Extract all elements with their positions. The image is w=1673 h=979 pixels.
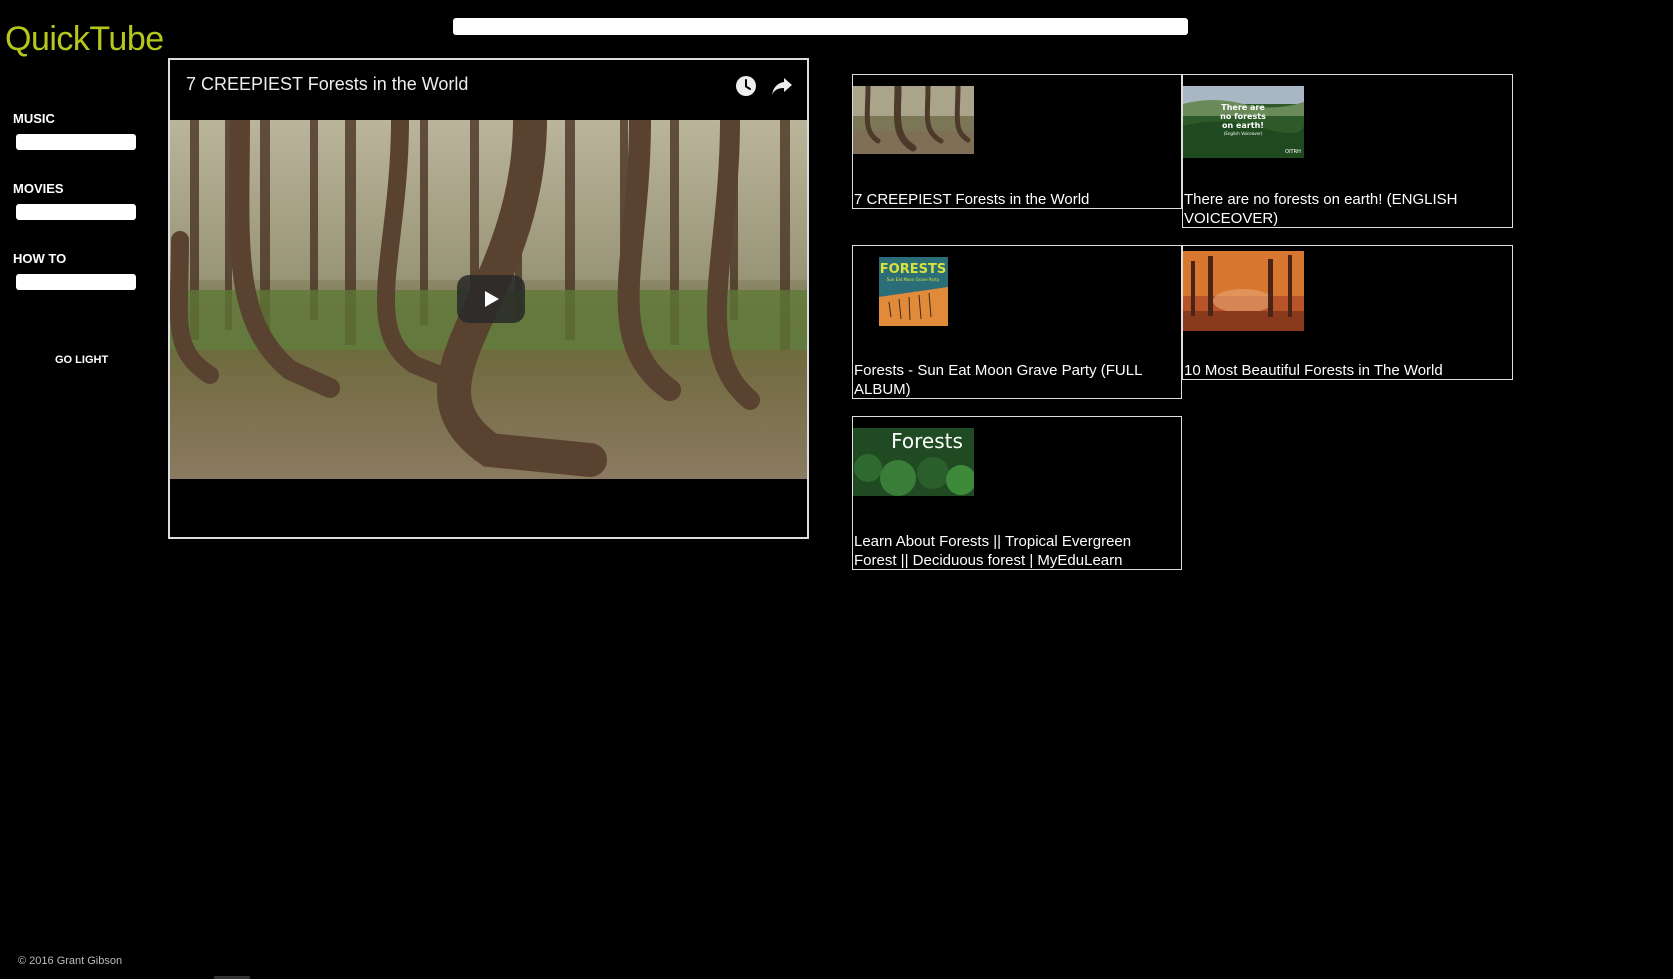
video-thumbnail[interactable]: FORESTS Sun Eat Moon Grave Party — [879, 257, 948, 326]
copyright-footer: © 2016 Grant Gibson — [18, 955, 123, 967]
watch-later-icon[interactable] — [734, 74, 758, 98]
video-player[interactable]: 7 CREEPIEST Forests in the World — [168, 58, 809, 539]
thumbnail-caption: OITRH — [1285, 149, 1301, 155]
video-thumbnail[interactable] — [853, 82, 974, 154]
video-result-title[interactable]: 7 CREEPIEST Forests in the World — [854, 190, 1174, 209]
thumbnail-caption: FORESTS — [880, 262, 946, 277]
video-result-title[interactable]: 10 Most Beautiful Forests in The World — [1184, 361, 1504, 380]
search-input[interactable] — [453, 18, 1188, 35]
video-result-title[interactable]: There are no forests on earth! (ENGLISH … — [1184, 190, 1504, 228]
video-result-card[interactable]: There are no forests on earth! (English … — [1182, 74, 1513, 228]
app-page: QuickTube MUSIC MOVIES HOW TO GO LIGHT ©… — [0, 0, 1673, 979]
app-logo[interactable]: QuickTube — [5, 20, 164, 59]
share-icon[interactable] — [770, 74, 794, 98]
thumbnail-caption: on earth! — [1222, 121, 1264, 130]
movies-search-input[interactable] — [16, 204, 136, 220]
video-result-title[interactable]: Forests - Sun Eat Moon Grave Party (FULL… — [854, 361, 1174, 399]
category-label-music: MUSIC — [13, 111, 55, 126]
thumbnail-caption: Sun Eat Moon Grave Party — [887, 277, 940, 282]
theme-toggle-button[interactable]: GO LIGHT — [55, 354, 108, 366]
video-result-card[interactable]: 10 Most Beautiful Forests in The World — [1182, 245, 1513, 380]
thumbnail-caption: There are — [1221, 103, 1265, 112]
video-thumbnail[interactable] — [1183, 251, 1304, 331]
how-to-search-input[interactable] — [16, 274, 136, 290]
category-label-movies: MOVIES — [13, 181, 64, 196]
play-button[interactable] — [457, 275, 525, 323]
category-label-how-to: HOW TO — [13, 251, 67, 266]
video-thumbnail[interactable] — [170, 120, 807, 479]
video-result-title[interactable]: Learn About Forests || Tropical Evergree… — [854, 532, 1174, 570]
video-title[interactable]: 7 CREEPIEST Forests in the World — [186, 74, 468, 95]
video-result-card[interactable]: 7 CREEPIEST Forests in the World — [852, 74, 1182, 209]
video-thumbnail[interactable]: Forests — [853, 428, 976, 496]
thumbnail-caption: no forests — [1220, 112, 1266, 121]
video-result-card[interactable]: Forests Learn About Forests || Tropical … — [852, 416, 1182, 570]
thumbnail-caption: (English Voiceover) — [1224, 131, 1263, 136]
thumbnail-caption: Forests — [891, 429, 963, 453]
music-search-input[interactable] — [16, 134, 136, 150]
video-result-card[interactable]: FORESTS Sun Eat Moon Grave Party Forests… — [852, 245, 1182, 399]
video-thumbnail[interactable]: There are no forests on earth! (English … — [1183, 86, 1304, 158]
